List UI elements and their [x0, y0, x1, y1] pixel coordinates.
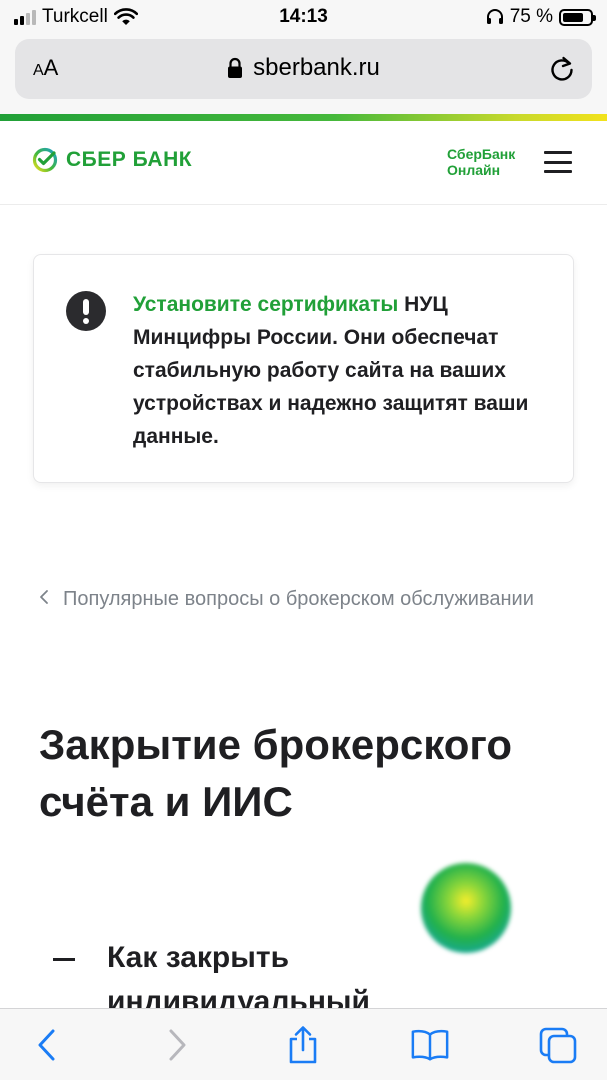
battery-icon [559, 8, 596, 26]
menu-icon[interactable] [544, 151, 572, 173]
exclamation-icon [66, 291, 106, 331]
site-header: СБЕР БАНК СберБанк Онлайн [0, 121, 607, 205]
bookmarks-icon[interactable] [410, 1025, 450, 1065]
address-bar[interactable]: AA sberbank.ru [15, 39, 592, 99]
forward-icon[interactable] [157, 1025, 197, 1065]
breadcrumb[interactable]: Популярные вопросы о брокерском обслужив… [39, 583, 559, 615]
faq-collapse-icon[interactable] [53, 958, 75, 961]
battery-fill [563, 12, 583, 22]
notice-text: Установите сертификаты НУЦ Минцифры Росс… [133, 288, 553, 453]
back-icon[interactable] [27, 1025, 67, 1065]
page-load-progress [0, 114, 607, 121]
online-link-line1: СберБанк [447, 146, 516, 162]
chevron-left-icon [39, 583, 49, 615]
sber-logo-icon [32, 147, 58, 173]
tabs-icon[interactable] [538, 1025, 578, 1065]
battery-percent: 75 % [509, 6, 553, 27]
status-right: 75 % [486, 6, 596, 28]
certificate-notice: Установите сертификаты НУЦ Минцифры Росс… [33, 254, 574, 483]
salute-assistant-icon[interactable] [421, 863, 511, 953]
install-certificates-link[interactable]: Установите сертификаты [133, 293, 398, 316]
share-icon[interactable] [283, 1025, 323, 1065]
breadcrumb-text: Популярные вопросы о брокерском обслужив… [63, 588, 534, 610]
url-text: sberbank.ru [253, 54, 380, 81]
notice-body: НУЦ Минцифры России. Они обеспечат стаби… [133, 293, 529, 448]
url-display[interactable]: sberbank.ru [15, 54, 592, 82]
sber-logo[interactable]: СБЕР БАНК [32, 147, 192, 173]
reload-icon[interactable] [548, 54, 576, 84]
status-bar: Turkcell 14:13 75 % [0, 0, 607, 34]
online-link-line2: Онлайн [447, 162, 501, 178]
logo-text: СБЕР БАНК [66, 148, 193, 171]
headphones-icon [486, 9, 503, 24]
lock-icon [228, 57, 243, 78]
browser-address-area: AA sberbank.ru [0, 34, 607, 114]
page-title: Закрытие брокерского счёта и ИИС [39, 721, 512, 825]
browser-toolbar [0, 1008, 607, 1080]
sberbank-online-link[interactable]: СберБанк Онлайн [447, 146, 515, 178]
